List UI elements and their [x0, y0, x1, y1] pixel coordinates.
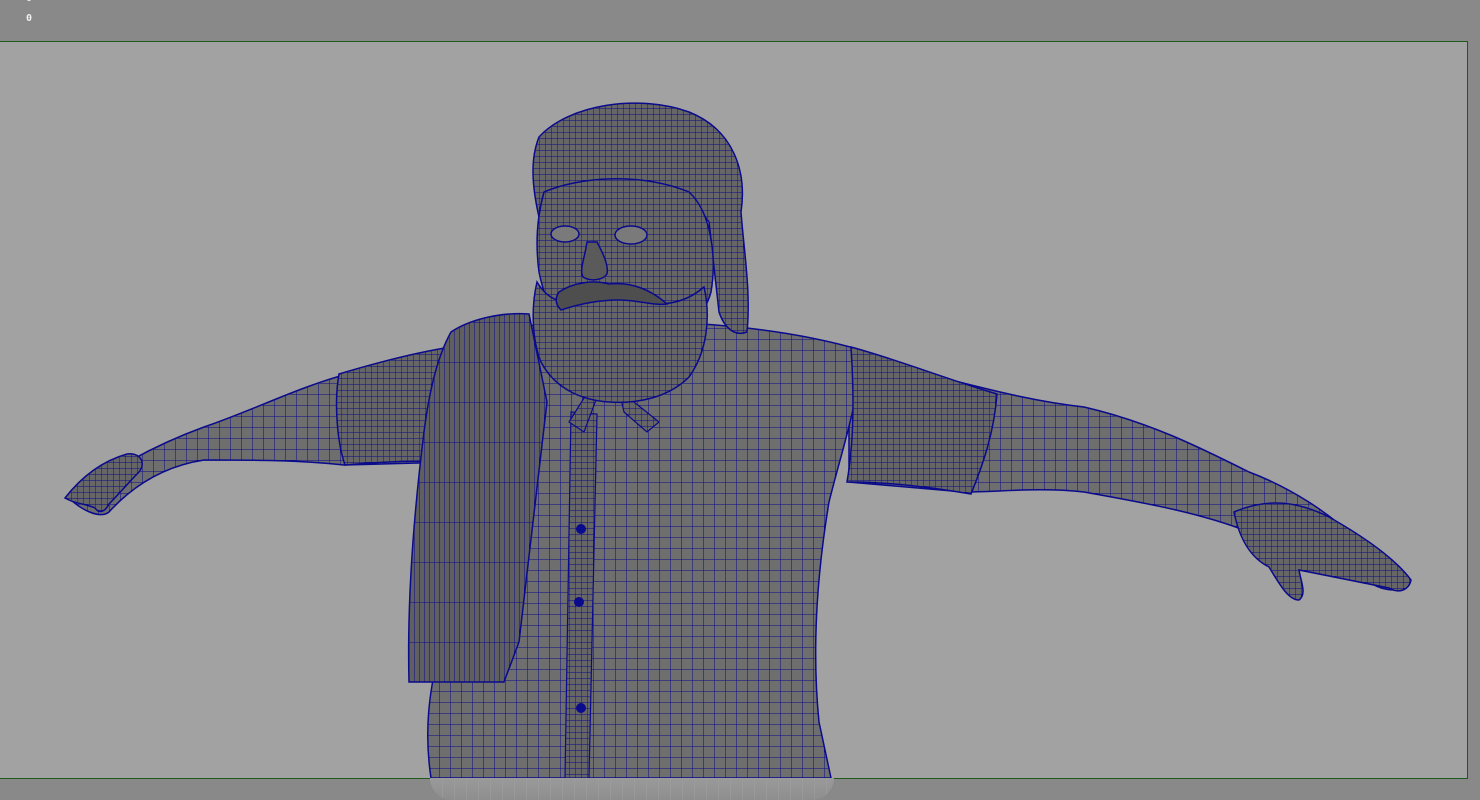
maya-viewport-window: 0 0 — [0, 0, 1480, 800]
shirt-button — [576, 524, 586, 534]
shirt-button — [576, 703, 586, 713]
hud-readout-top: 0 — [26, 0, 32, 4]
hud-readout: 0 — [26, 13, 33, 24]
shirt-button — [574, 597, 584, 607]
mesh-hand-right — [1233, 502, 1412, 601]
mesh-sleeve-right — [846, 346, 998, 495]
mesh-eye-right — [614, 225, 648, 245]
3d-viewport[interactable] — [0, 41, 1468, 779]
mesh-eye-left — [550, 225, 580, 243]
character-wireframe-mesh[interactable] — [0, 42, 1467, 778]
floor-reflection — [430, 778, 834, 800]
